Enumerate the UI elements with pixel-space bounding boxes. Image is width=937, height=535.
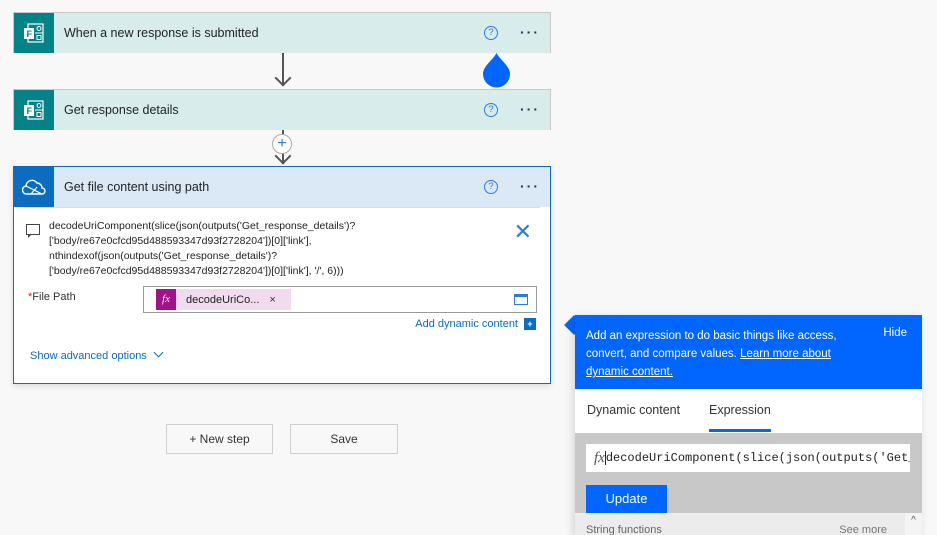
show-advanced-options[interactable]: Show advanced options (30, 347, 164, 362)
tab-dynamic-content[interactable]: Dynamic content (587, 403, 680, 417)
help-icon[interactable]: ? (484, 26, 498, 40)
file-path-input[interactable]: fx decodeUriCo... × (143, 286, 537, 313)
step-card-trigger[interactable]: F When a new response is submitted ? ··· (13, 12, 551, 53)
tab-expression[interactable]: Expression (709, 403, 771, 432)
folder-icon[interactable] (514, 294, 528, 305)
expression-token[interactable]: fx decodeUriCo... × (156, 289, 291, 310)
file-path-label: *File Path (28, 291, 76, 303)
comment-line: ['body/re67e0cfcd95d488593347d93f2728204… (49, 235, 312, 247)
add-dynamic-content-link[interactable]: Add dynamic content + (415, 318, 536, 330)
comment-icon (26, 224, 40, 238)
file-path-label-text: File Path (32, 291, 76, 303)
dynamic-content-panel: Add an expression to do basic things lik… (575, 315, 922, 535)
divider (24, 207, 540, 208)
see-more-link[interactable]: See more (839, 524, 887, 535)
remove-token-icon[interactable]: × (269, 294, 275, 306)
new-step-button[interactable]: + New step (166, 424, 273, 454)
expression-input[interactable]: fx decodeUriComponent(slice(json(outputs… (586, 444, 910, 472)
step-title: Get response details (64, 103, 179, 117)
more-options-icon[interactable]: ··· (520, 101, 540, 117)
expression-area: fx decodeUriComponent(slice(json(outputs… (575, 433, 922, 513)
update-button[interactable]: Update (586, 485, 667, 513)
step-title: Get file content using path (64, 180, 210, 194)
add-icon: + (524, 318, 536, 330)
panel-tabs: Dynamic content Expression (575, 389, 922, 433)
panel-banner: Add an expression to do basic things lik… (575, 315, 922, 389)
onedrive-icon (14, 167, 54, 207)
comment-line: decodeUriComponent(slice(json(outputs('G… (49, 220, 356, 232)
help-icon[interactable]: ? (484, 103, 498, 117)
forms-icon: F (14, 13, 54, 53)
arrow-down-icon (274, 69, 292, 87)
comment-line: ['body/re67e0cfcd95d488593347d93f2728204… (49, 265, 344, 277)
step-comment[interactable]: decodeUriComponent(slice(json(outputs('G… (49, 219, 429, 279)
fx-icon: fx (594, 449, 605, 466)
scroll-up-button[interactable]: ^ (905, 513, 922, 535)
more-options-icon[interactable]: ··· (520, 178, 540, 194)
step-card-get-file-content[interactable]: Get file content using path ? ··· decode… (13, 166, 551, 384)
expression-value: decodeUriComponent(slice(json(outputs('G… (604, 451, 910, 465)
step-header[interactable]: Get file content using path ? ··· (14, 167, 550, 207)
advanced-options-label: Show advanced options (30, 350, 147, 362)
svg-text:F: F (27, 29, 33, 39)
banner-text: Add an expression to do basic things lik… (586, 327, 866, 381)
token-label: decodeUriCo... (186, 293, 260, 306)
more-options-icon[interactable]: ··· (520, 24, 540, 40)
step-header[interactable]: F Get response details ? ··· (14, 90, 550, 130)
section-title: String functions (586, 524, 662, 535)
step-title: When a new response is submitted (64, 26, 259, 40)
forms-icon: F (14, 90, 54, 130)
step-header[interactable]: F When a new response is submitted ? ··· (14, 13, 550, 53)
step-card-get-response[interactable]: F Get response details ? ··· (13, 89, 551, 130)
comment-line: nthindexof(json(outputs('Get_response_de… (49, 250, 278, 262)
fx-icon: fx (156, 289, 176, 310)
cursor-drop-icon (483, 53, 510, 88)
help-icon[interactable]: ? (484, 180, 498, 194)
save-button[interactable]: Save (290, 424, 398, 454)
close-comment-icon[interactable]: ✕ (514, 221, 532, 243)
hide-button[interactable]: Hide (883, 327, 907, 339)
add-dynamic-content-label: Add dynamic content (415, 318, 518, 330)
svg-text:F: F (27, 106, 33, 116)
chevron-down-icon (153, 347, 164, 358)
function-section-header: String functions See more (575, 513, 905, 535)
